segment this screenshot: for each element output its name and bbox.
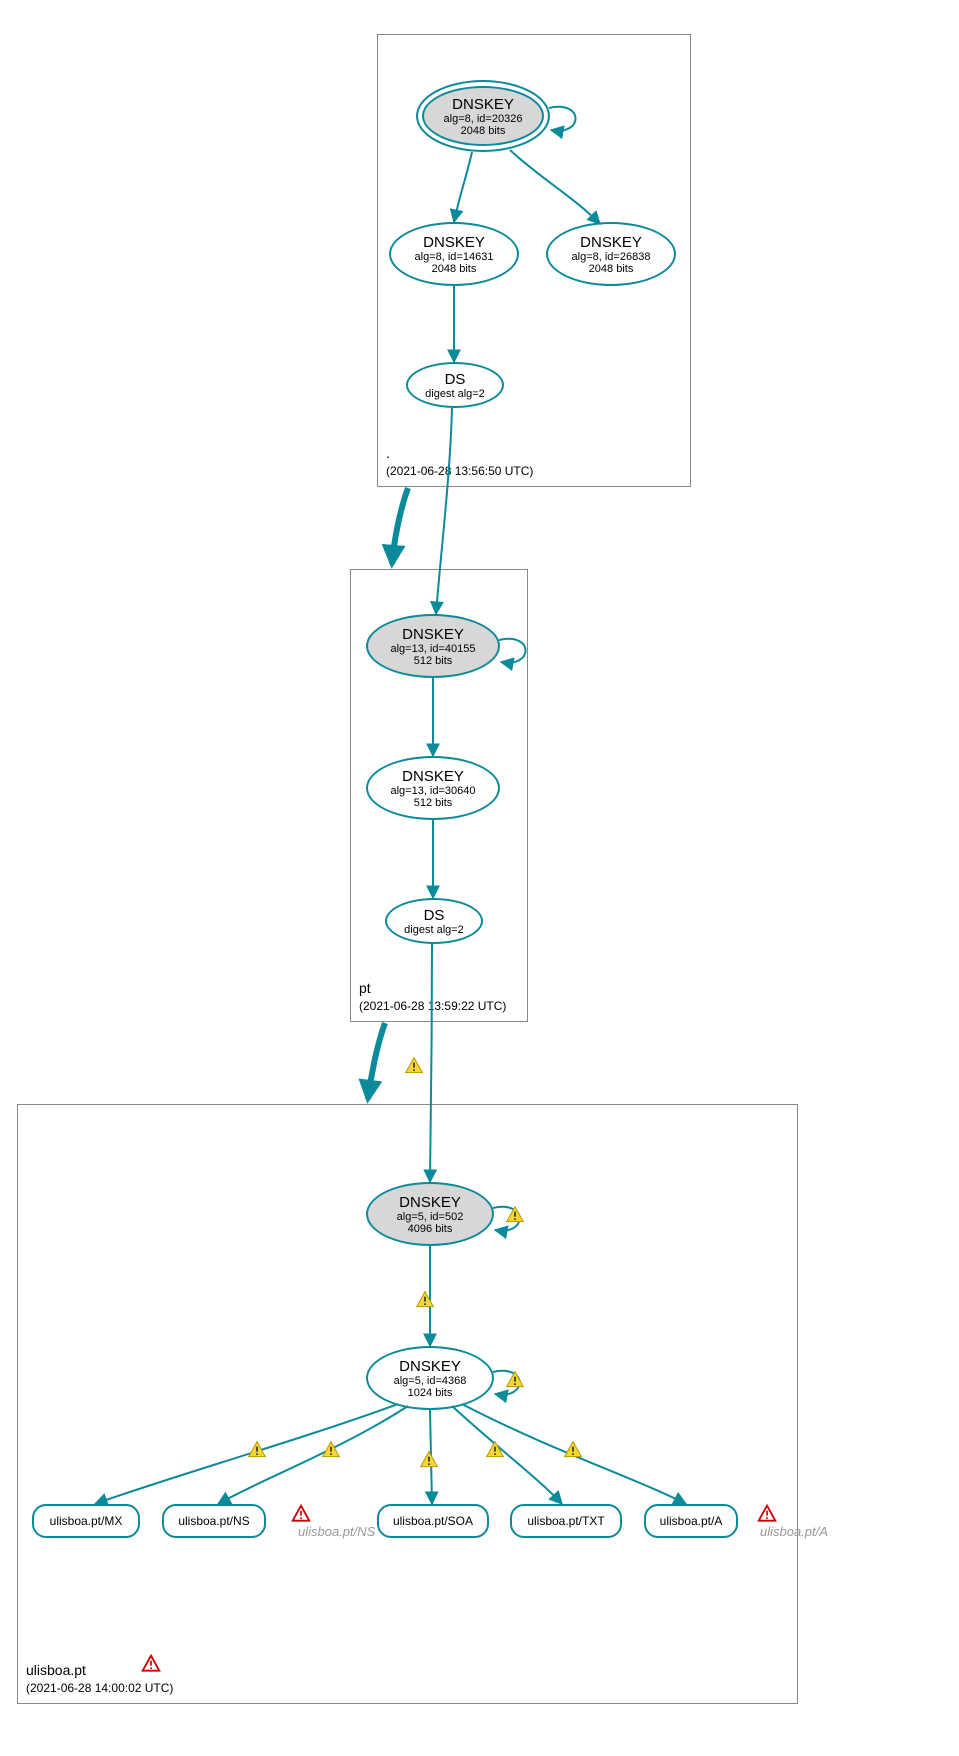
node-root-key2: DNSKEY alg=8, id=26838 2048 bits <box>546 222 676 286</box>
node-sub1: alg=5, id=502 <box>368 1211 492 1223</box>
node-rr-mx: ulisboa.pt/MX <box>32 1504 140 1538</box>
node-sub2: 512 bits <box>368 655 498 667</box>
zone-pt-name: pt <box>359 979 506 999</box>
warning-icon <box>418 1450 440 1470</box>
rr-label: ulisboa.pt/SOA <box>379 1514 487 1528</box>
rr-label: ulisboa.pt/NS <box>164 1514 264 1528</box>
node-sub1: alg=8, id=20326 <box>418 113 548 125</box>
node-rr-txt: ulisboa.pt/TXT <box>510 1504 622 1538</box>
error-icon <box>756 1504 778 1524</box>
ghost-a: ulisboa.pt/A <box>760 1524 828 1539</box>
warning-icon <box>484 1440 506 1460</box>
node-sub2: 1024 bits <box>368 1387 492 1399</box>
warning-icon <box>246 1440 268 1460</box>
zone-pt-ts: (2021-06-28 13:59:22 UTC) <box>359 998 506 1015</box>
node-sub1: alg=13, id=30640 <box>368 785 498 797</box>
node-title: DNSKEY <box>418 96 548 113</box>
node-rr-a: ulisboa.pt/A <box>644 1504 738 1538</box>
node-sub1: digest alg=2 <box>387 924 481 936</box>
node-sub2: 2048 bits <box>418 125 548 137</box>
node-sub2: 2048 bits <box>391 263 517 275</box>
zone-ulisboa-ts: (2021-06-28 14:00:02 UTC) <box>26 1680 173 1697</box>
error-icon <box>140 1654 162 1674</box>
node-sub2: 2048 bits <box>548 263 674 275</box>
rr-label: ulisboa.pt/A <box>646 1514 736 1528</box>
node-pt-zsk: DNSKEY alg=13, id=30640 512 bits <box>366 756 500 820</box>
node-title: DNSKEY <box>368 626 498 643</box>
warning-icon <box>320 1440 342 1460</box>
node-title: DS <box>408 371 502 388</box>
node-root-ds: DS digest alg=2 <box>406 362 504 408</box>
warning-icon <box>504 1205 526 1225</box>
node-sub1: digest alg=2 <box>408 388 502 400</box>
node-title: DNSKEY <box>368 768 498 785</box>
node-pt-ksk: DNSKEY alg=13, id=40155 512 bits <box>366 614 500 678</box>
node-title: DS <box>387 907 481 924</box>
rr-label: ulisboa.pt/TXT <box>512 1514 620 1528</box>
node-sub1: alg=13, id=40155 <box>368 643 498 655</box>
zone-root-ts: (2021-06-28 13:56:50 UTC) <box>386 463 533 480</box>
node-root-zsk: DNSKEY alg=8, id=14631 2048 bits <box>389 222 519 286</box>
node-sub2: 4096 bits <box>368 1223 492 1235</box>
node-sub1: alg=5, id=4368 <box>368 1375 492 1387</box>
node-pt-ds: DS digest alg=2 <box>385 898 483 944</box>
node-root-ksk: DNSKEY alg=8, id=20326 2048 bits <box>416 80 550 152</box>
node-title: DNSKEY <box>368 1358 492 1375</box>
node-title: DNSKEY <box>548 234 674 251</box>
warning-icon <box>504 1370 526 1390</box>
rr-label: ulisboa.pt/MX <box>34 1514 138 1528</box>
node-title: DNSKEY <box>368 1194 492 1211</box>
ghost-ns: ulisboa.pt/NS <box>298 1524 375 1539</box>
zone-root-name: . <box>386 444 533 464</box>
node-rr-soa: ulisboa.pt/SOA <box>377 1504 489 1538</box>
node-rr-ns: ulisboa.pt/NS <box>162 1504 266 1538</box>
node-ulisboa-zsk: DNSKEY alg=5, id=4368 1024 bits <box>366 1346 494 1410</box>
warning-icon <box>414 1290 436 1310</box>
warning-icon <box>403 1056 425 1076</box>
error-icon <box>290 1504 312 1524</box>
node-sub1: alg=8, id=14631 <box>391 251 517 263</box>
node-title: DNSKEY <box>391 234 517 251</box>
node-sub1: alg=8, id=26838 <box>548 251 674 263</box>
node-ulisboa-ksk: DNSKEY alg=5, id=502 4096 bits <box>366 1182 494 1246</box>
warning-icon <box>562 1440 584 1460</box>
node-sub2: 512 bits <box>368 797 498 809</box>
